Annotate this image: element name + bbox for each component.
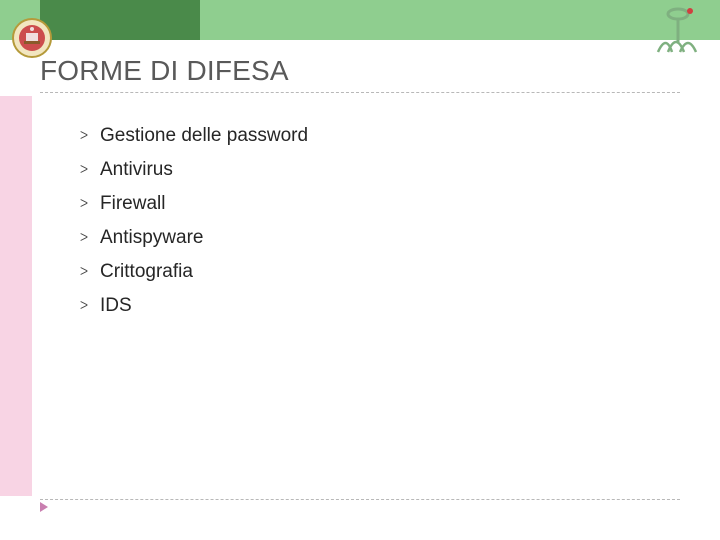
list-item: IDS bbox=[80, 290, 308, 324]
foot-marker-icon bbox=[40, 502, 48, 512]
emblem-left-icon bbox=[12, 18, 52, 58]
list-item: Gestione delle password bbox=[80, 120, 308, 154]
bullet-list: Gestione delle password Antivirus Firewa… bbox=[40, 120, 308, 324]
list-item: Firewall bbox=[80, 188, 308, 222]
list-item: Crittografia bbox=[80, 256, 308, 290]
page-title: FORME DI DIFESA bbox=[40, 55, 289, 87]
divider-bottom bbox=[40, 499, 680, 500]
divider-top bbox=[40, 92, 680, 93]
header-band-dark bbox=[40, 0, 200, 40]
list-item: Antispyware bbox=[80, 222, 308, 256]
emblem-right-icon bbox=[650, 4, 706, 54]
sidebar-accent bbox=[0, 96, 32, 496]
list-item: Antivirus bbox=[80, 154, 308, 188]
